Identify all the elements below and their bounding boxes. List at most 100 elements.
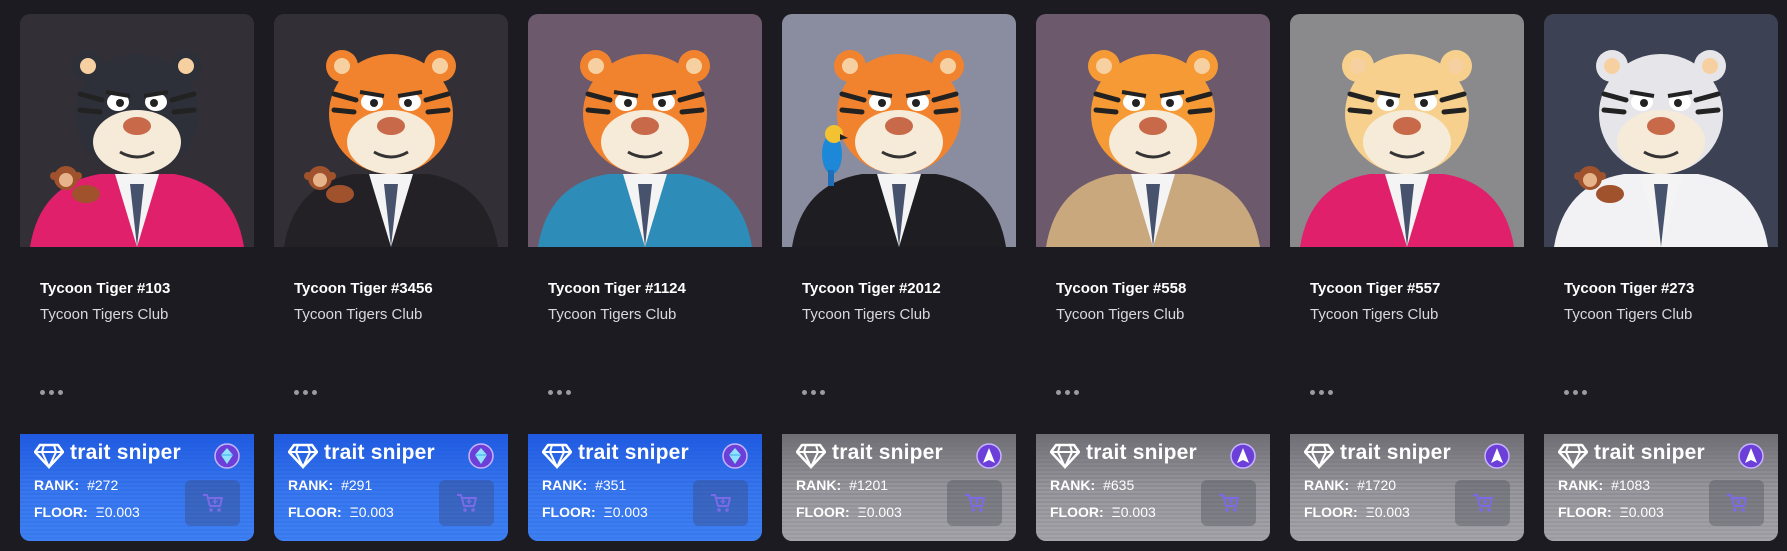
add-to-cart-button[interactable] — [1201, 480, 1256, 526]
diamond-icon — [1557, 443, 1589, 470]
nft-title[interactable]: Tycoon Tiger #1124 — [548, 280, 686, 297]
collection-name[interactable]: Tycoon Tigers Club — [1564, 306, 1692, 323]
trait-sniper-badge: trait sniper RANK: #635 FLOOR: Ξ0.003 — [1036, 434, 1270, 541]
more-options-button[interactable] — [1564, 384, 1590, 400]
cart-icon — [1218, 494, 1239, 512]
floor-value: Ξ0.003 — [349, 504, 394, 520]
rarity-triangle-icon — [1738, 443, 1764, 469]
floor-value: Ξ0.003 — [1365, 504, 1410, 520]
add-to-cart-button[interactable] — [1709, 480, 1764, 526]
collection-name[interactable]: Tycoon Tigers Club — [548, 306, 676, 323]
collection-name[interactable]: Tycoon Tigers Club — [294, 306, 422, 323]
nft-title[interactable]: Tycoon Tiger #558 — [1056, 280, 1186, 297]
rarity-gem-icon — [214, 443, 240, 469]
add-to-cart-button[interactable] — [693, 480, 748, 526]
more-options-button[interactable] — [548, 384, 574, 400]
nft-title[interactable]: Tycoon Tiger #557 — [1310, 280, 1440, 297]
floor-row: FLOOR: Ξ0.003 — [288, 504, 394, 520]
floor-value: Ξ0.003 — [1619, 504, 1664, 520]
dot-icon — [1074, 389, 1079, 395]
nft-image[interactable] — [1544, 14, 1778, 247]
rank-value: #291 — [341, 477, 373, 493]
trait-sniper-badge: trait sniper RANK: #272 FLOOR: Ξ0.003 — [20, 434, 254, 541]
nft-card[interactable]: Tycoon Tiger #273 Tycoon Tigers Club tra… — [1544, 14, 1778, 541]
nft-card[interactable]: Tycoon Tiger #103 Tycoon Tigers Club tra… — [20, 14, 254, 541]
more-options-button[interactable] — [294, 384, 320, 400]
nft-card[interactable]: Tycoon Tiger #557 Tycoon Tigers Club tra… — [1290, 14, 1524, 541]
dot-icon — [1056, 389, 1061, 395]
rank-row: RANK: #1201 — [796, 477, 888, 493]
more-options-button[interactable] — [40, 384, 66, 400]
dot-icon — [1573, 389, 1578, 395]
dot-icon — [294, 389, 299, 395]
collection-name[interactable]: Tycoon Tigers Club — [802, 306, 930, 323]
more-options-button[interactable] — [802, 384, 828, 400]
cart-icon — [1726, 494, 1747, 512]
rank-label: RANK: — [1304, 477, 1350, 493]
nft-card[interactable]: Tycoon Tiger #558 Tycoon Tigers Club tra… — [1036, 14, 1270, 541]
add-to-cart-button[interactable] — [947, 480, 1002, 526]
floor-label: FLOOR: — [1558, 504, 1612, 520]
floor-value: Ξ0.003 — [603, 504, 648, 520]
floor-row: FLOOR: Ξ0.003 — [34, 504, 140, 520]
add-to-cart-button[interactable] — [439, 480, 494, 526]
floor-label: FLOOR: — [1304, 504, 1358, 520]
diamond-icon — [541, 443, 573, 470]
rank-label: RANK: — [1050, 477, 1096, 493]
trait-sniper-badge: trait sniper RANK: #1720 FLOOR: Ξ0.003 — [1290, 434, 1524, 541]
nft-card[interactable]: Tycoon Tiger #1124 Tycoon Tigers Club tr… — [528, 14, 762, 541]
dot-icon — [811, 389, 816, 395]
card-info: Tycoon Tiger #1124 Tycoon Tigers Club — [528, 247, 762, 449]
cart-icon — [710, 494, 731, 512]
nft-grid: Tycoon Tiger #103 Tycoon Tigers Club tra… — [20, 14, 1778, 541]
dot-icon — [1328, 389, 1333, 395]
trait-sniper-badge: trait sniper RANK: #351 FLOOR: Ξ0.003 — [528, 434, 762, 541]
nft-card[interactable]: Tycoon Tiger #2012 Tycoon Tigers Club tr… — [782, 14, 1016, 541]
nft-title[interactable]: Tycoon Tiger #103 — [40, 280, 170, 297]
add-to-cart-button[interactable] — [1455, 480, 1510, 526]
dot-icon — [566, 389, 571, 395]
dot-icon — [1319, 389, 1324, 395]
floor-value: Ξ0.003 — [1111, 504, 1156, 520]
rarity-triangle-icon — [1484, 443, 1510, 469]
more-options-button[interactable] — [1056, 384, 1082, 400]
rank-row: RANK: #1720 — [1304, 477, 1396, 493]
floor-value: Ξ0.003 — [95, 504, 140, 520]
rank-row: RANK: #272 — [34, 477, 118, 493]
nft-image[interactable] — [528, 14, 762, 247]
floor-label: FLOOR: — [1050, 504, 1104, 520]
nft-image[interactable] — [20, 14, 254, 247]
nft-card[interactable]: Tycoon Tiger #3456 Tycoon Tigers Club tr… — [274, 14, 508, 541]
dot-icon — [557, 389, 562, 395]
dot-icon — [820, 389, 825, 395]
nft-image[interactable] — [1290, 14, 1524, 247]
rank-value: #1083 — [1611, 477, 1651, 493]
collection-name[interactable]: Tycoon Tigers Club — [1056, 306, 1184, 323]
floor-row: FLOOR: Ξ0.003 — [796, 504, 902, 520]
cart-icon — [202, 494, 223, 512]
nft-image[interactable] — [1036, 14, 1270, 247]
dot-icon — [40, 389, 45, 395]
nft-title[interactable]: Tycoon Tiger #3456 — [294, 280, 433, 297]
rank-value: #635 — [1103, 477, 1135, 493]
nft-title[interactable]: Tycoon Tiger #273 — [1564, 280, 1694, 297]
nft-title[interactable]: Tycoon Tiger #2012 — [802, 280, 941, 297]
collection-name[interactable]: Tycoon Tigers Club — [40, 306, 168, 323]
card-info: Tycoon Tiger #558 Tycoon Tigers Club — [1036, 247, 1270, 449]
rarity-gem-icon — [468, 443, 494, 469]
collection-name[interactable]: Tycoon Tigers Club — [1310, 306, 1438, 323]
nft-image[interactable] — [274, 14, 508, 247]
card-info: Tycoon Tiger #103 Tycoon Tigers Club — [20, 247, 254, 449]
more-options-button[interactable] — [1310, 384, 1336, 400]
floor-value: Ξ0.003 — [857, 504, 902, 520]
add-to-cart-button[interactable] — [185, 480, 240, 526]
trait-sniper-badge: trait sniper RANK: #1201 FLOOR: Ξ0.003 — [782, 434, 1016, 541]
brand-label: trait sniper — [832, 441, 943, 464]
nft-image[interactable] — [782, 14, 1016, 247]
brand-label: trait sniper — [578, 441, 689, 464]
diamond-icon — [795, 443, 827, 470]
dot-icon — [58, 389, 63, 395]
rarity-triangle-icon — [976, 443, 1002, 469]
rank-label: RANK: — [288, 477, 334, 493]
rank-label: RANK: — [542, 477, 588, 493]
